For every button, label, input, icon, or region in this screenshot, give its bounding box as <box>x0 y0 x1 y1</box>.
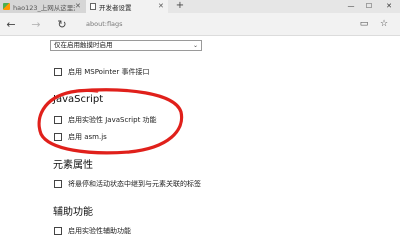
close-icon[interactable]: ✕ <box>158 2 164 11</box>
tab-label: hao123_上网从这里开始 <box>13 3 75 12</box>
minimize-button[interactable]: — <box>344 0 358 13</box>
experimental-accessibility-checkbox[interactable] <box>54 227 62 235</box>
red-annotation-ellipse <box>37 88 184 155</box>
mspointer-checkbox[interactable] <box>54 68 62 76</box>
address-bar[interactable]: about:flags <box>86 18 123 31</box>
hover-relay-option[interactable]: 将悬停和活动状态中继到与元素关联的标签 <box>54 179 201 189</box>
tab-hao123[interactable]: hao123_上网从这里开始 ✕ <box>0 0 86 13</box>
maximize-button[interactable]: ☐ <box>362 0 376 13</box>
close-icon[interactable]: ✕ <box>75 2 81 11</box>
experimental-accessibility-label: 启用实验性辅助功能 <box>68 227 131 235</box>
mspointer-label: 启用 MSPointer 事件接口 <box>68 68 150 76</box>
page-favicon-icon <box>90 3 96 10</box>
tab-label: 开发者设置 <box>99 3 132 12</box>
annotation-stroke <box>37 88 184 155</box>
hover-relay-checkbox[interactable] <box>54 180 62 188</box>
page-content: 仅在启用触摸时启用 ⌄ 启用 MSPointer 事件接口 JavaScript… <box>0 36 400 243</box>
new-tab-button[interactable]: + <box>174 0 186 13</box>
navigation-bar: ← → ↻ about:flags ▭ ☆ <box>0 13 400 36</box>
touch-events-select[interactable]: 仅在启用触摸时启用 ⌄ <box>50 40 202 51</box>
close-window-button[interactable]: ✕ <box>382 0 396 13</box>
forward-button[interactable]: → <box>29 18 43 32</box>
experimental-accessibility-option[interactable]: 启用实验性辅助功能 <box>54 226 131 236</box>
hao123-favicon-icon <box>3 3 10 10</box>
chevron-down-icon: ⌄ <box>192 42 198 49</box>
reading-view-icon[interactable]: ▭ <box>358 18 370 30</box>
accessibility-heading: 辅助功能 <box>53 207 93 218</box>
select-value: 仅在启用触摸时启用 <box>54 41 113 49</box>
tab-strip: hao123_上网从这里开始 ✕ 开发者设置 ✕ + — ☐ ✕ <box>0 0 400 13</box>
element-properties-heading: 元素属性 <box>53 160 93 171</box>
favorites-star-icon[interactable]: ☆ <box>378 18 390 30</box>
back-button[interactable]: ← <box>4 18 18 32</box>
refresh-button[interactable]: ↻ <box>55 18 69 32</box>
mspointer-option[interactable]: 启用 MSPointer 事件接口 <box>54 67 150 77</box>
hover-relay-label: 将悬停和活动状态中继到与元素关联的标签 <box>68 180 201 188</box>
tab-developer-settings[interactable]: 开发者设置 ✕ <box>86 0 168 13</box>
